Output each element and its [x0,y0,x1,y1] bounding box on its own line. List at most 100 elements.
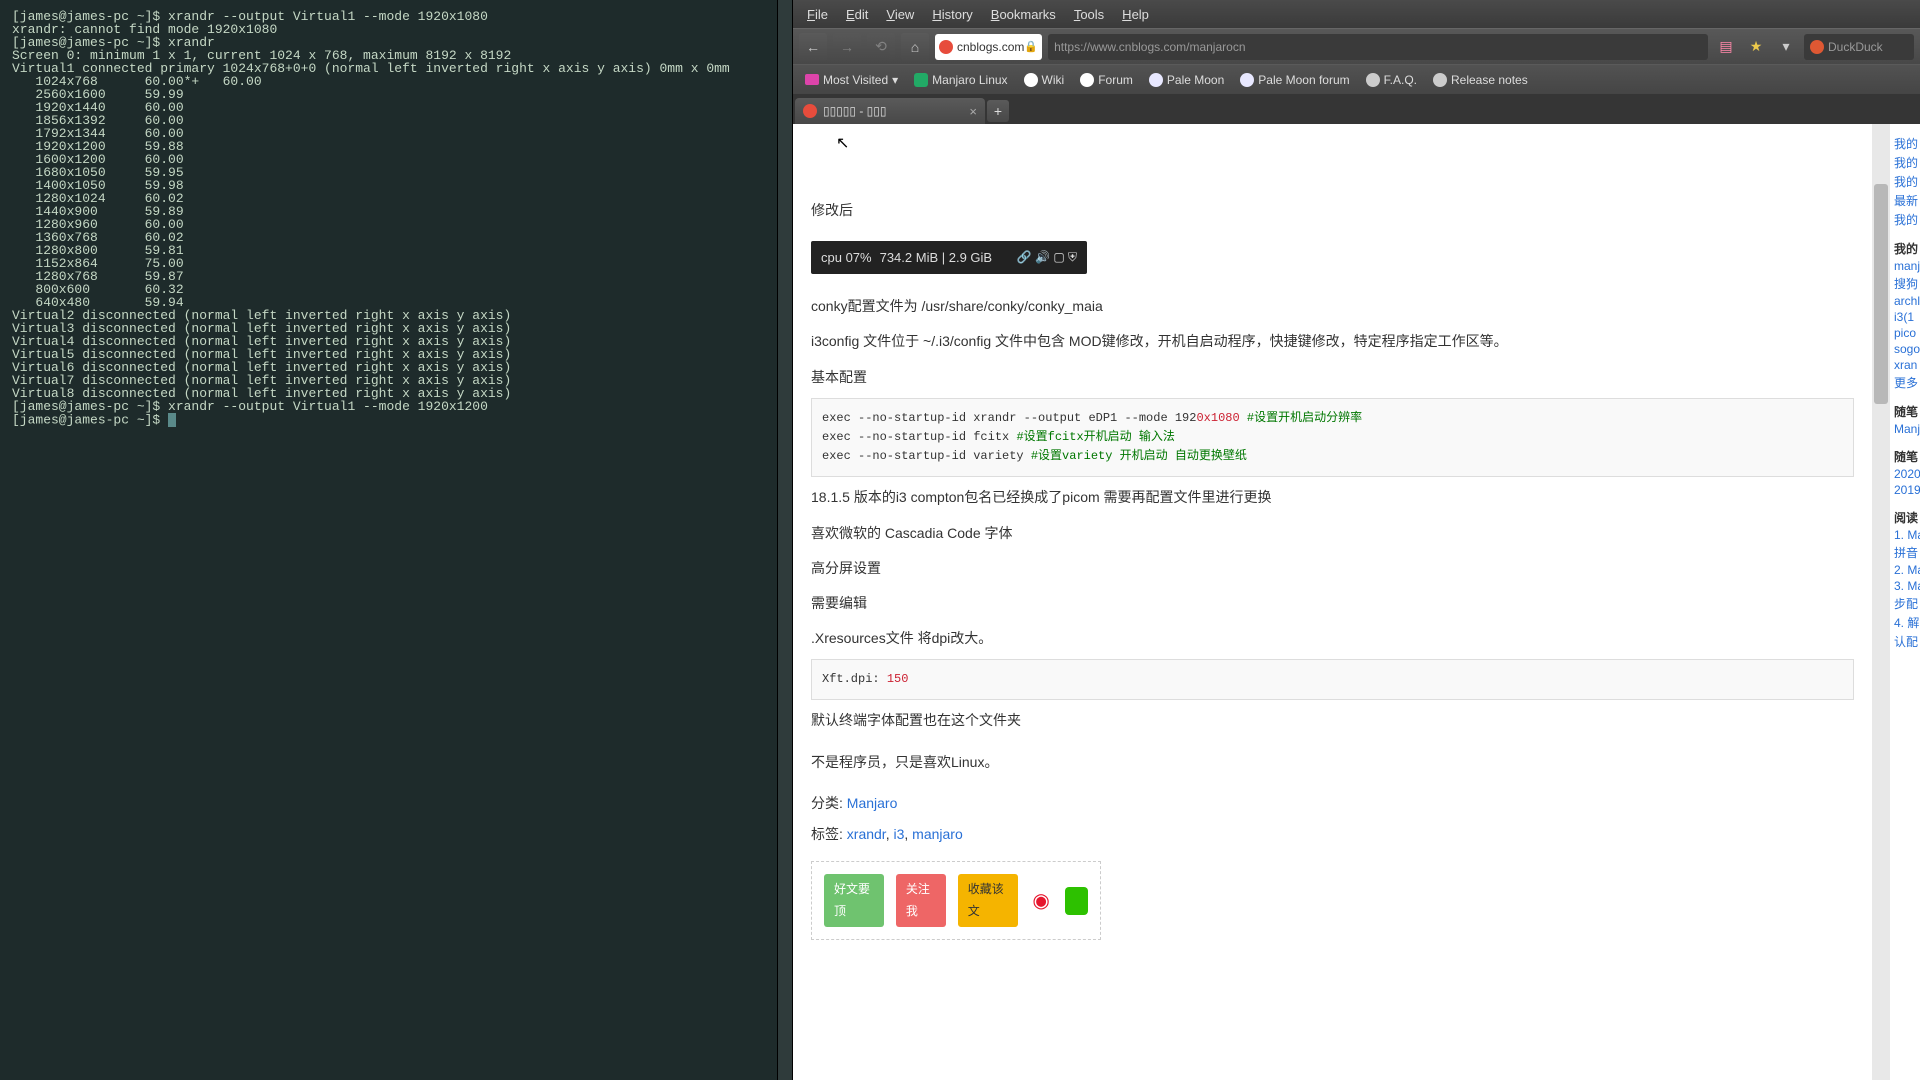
sidebar-link[interactable]: 拼音 [1890,543,1920,562]
bookmark-wiki[interactable]: Wiki [1018,70,1071,90]
sidebar-link[interactable]: 步配 [1890,594,1920,613]
home-button[interactable]: ⌂ [901,33,929,61]
sidebar-link[interactable]: sogo [1890,341,1920,357]
sidebar-link[interactable]: Manj [1890,421,1920,437]
bookmark-pale-moon[interactable]: Pale Moon [1143,70,1230,90]
sidebar-link[interactable]: 我的 [1890,210,1920,229]
menu-view[interactable]: View [878,3,922,26]
bookmark-release-notes[interactable]: Release notes [1427,70,1534,90]
sidebar-link[interactable]: 更多 [1890,373,1920,392]
menu-history[interactable]: History [924,3,980,26]
sidebar-link[interactable]: 3. Ma [1890,578,1920,594]
bookmarks-toolbar: Most Visited ▾Manjaro LinuxWikiForumPale… [793,64,1920,94]
close-tab-icon[interactable]: × [969,104,977,119]
sidebar-link[interactable]: 我的 [1890,134,1920,153]
article-content: ↖ 修改后 cpu 07% 734.2 MiB | 2.9 GiB 🔗 🔊 ▢ … [793,124,1872,1080]
menu-bookmarks[interactable]: Bookmarks [983,3,1064,26]
bookmark-star-icon[interactable]: ★ [1744,35,1768,59]
code-block-dpi: Xft.dpi: 150 [811,659,1854,700]
terminal-window[interactable]: [james@james-pc ~]$ xrandr --output Virt… [0,0,777,1080]
weibo-icon[interactable]: ◉ [1030,887,1053,915]
menu-bar: FileEditViewHistoryBookmarksToolsHelp [793,0,1920,28]
tag-link[interactable]: xrandr [847,826,886,842]
tag-link[interactable]: manjaro [912,826,963,842]
site-identity[interactable]: cnblogs.com 🔒 [935,34,1042,60]
bookmark-manjaro-linux[interactable]: Manjaro Linux [908,70,1013,90]
favorite-button[interactable]: 收藏该文 [958,874,1018,927]
status-icons: 🔗 🔊 ▢ ⛨ [1017,247,1077,269]
browser-tab[interactable]: ▯▯▯▯▯ - ▯▯▯ × [795,98,985,124]
site-favicon [939,40,953,54]
follow-button[interactable]: 关注我 [896,874,946,927]
upvote-button[interactable]: 好文要顶 [824,874,884,927]
sidebar-link[interactable]: 2019 [1890,482,1920,498]
picom-note: 18.1.5 版本的i3 compton包名已经换成了picom 需要再配置文件… [811,485,1854,510]
duckduckgo-icon [1810,40,1824,54]
new-tab-button[interactable]: + [987,100,1009,122]
category-link[interactable]: Manjaro [847,795,898,811]
url-text: https://www.cnblogs.com/manjarocn [1054,40,1245,54]
search-box[interactable]: DuckDuck [1804,34,1914,60]
sidebar-link[interactable]: 4. 解 [1890,613,1920,632]
site-domain: cnblogs.com [957,40,1024,54]
tab-bar: ▯▯▯▯▯ - ▯▯▯ × + [793,94,1920,124]
tag-link[interactable]: i3 [893,826,904,842]
search-placeholder: DuckDuck [1828,40,1883,54]
dropdown-icon[interactable]: ▾ [1774,35,1798,59]
tags-line: 标签: xrandr, i3, manjaro [811,822,1854,847]
browser-window: FileEditViewHistoryBookmarksToolsHelp ← … [793,0,1920,1080]
page-content-area: ↖ 修改后 cpu 07% 734.2 MiB | 2.9 GiB 🔗 🔊 ▢ … [793,124,1920,1080]
reload-button[interactable]: ⟲ [867,33,895,61]
menu-edit[interactable]: Edit [838,3,876,26]
sidebar-link[interactable]: manj [1890,258,1920,274]
sidebar-link[interactable]: 我的 [1890,239,1920,258]
terminal-font-note: 默认终端字体配置也在这个文件夹 [811,708,1854,733]
sidebar-link[interactable]: 阅读 [1890,508,1920,527]
menu-tools[interactable]: Tools [1066,3,1112,26]
cascadia-note: 喜欢微软的 Cascadia Code 字体 [811,521,1854,546]
scroll-thumb[interactable] [1874,184,1888,404]
forward-button[interactable]: → [833,33,861,61]
tab-favicon [803,104,817,118]
sidebar-link[interactable]: 搜狗 [1890,274,1920,293]
nav-toolbar: ← → ⟲ ⌂ cnblogs.com 🔒 https://www.cnblog… [793,28,1920,64]
sidebar-link[interactable]: xran [1890,357,1920,373]
author-note: 不是程序员，只是喜欢Linux。 [811,750,1854,775]
scrollbar[interactable] [1872,124,1890,1080]
wechat-icon[interactable] [1065,887,1088,915]
back-button[interactable]: ← [799,33,827,61]
sidebar-link[interactable]: 我的 [1890,153,1920,172]
hidpi-header: 高分屏设置 [811,556,1854,581]
sidebar-link[interactable]: 随笔 [1890,447,1920,466]
window-separator [777,0,793,1080]
bookmark-forum[interactable]: Forum [1074,70,1139,90]
bookmark-f-a-q-[interactable]: F.A.Q. [1360,70,1423,90]
tab-title: ▯▯▯▯▯ - ▯▯▯ [823,104,887,118]
xresources-note: .Xresources文件 将dpi改大。 [811,626,1854,651]
basic-config-header: 基本配置 [811,365,1854,390]
bookmark-most-visited[interactable]: Most Visited ▾ [799,70,904,90]
menu-help[interactable]: Help [1114,3,1157,26]
bookmark-pale-moon-forum[interactable]: Pale Moon forum [1234,70,1355,90]
menu-file[interactable]: File [799,3,836,26]
sidebar-link[interactable]: 最新 [1890,191,1920,210]
sidebar-link[interactable]: 随笔 [1890,402,1920,421]
need-edit: 需要编辑 [811,591,1854,616]
lock-icon: 🔒 [1024,40,1038,53]
sidebar-link[interactable]: 1. Ma [1890,527,1920,543]
sidebar-link[interactable]: 2. Ma [1890,562,1920,578]
category-line: 分类: Manjaro [811,791,1854,816]
sidebar-link[interactable]: archl [1890,293,1920,309]
sidebar-link[interactable]: pico [1890,325,1920,341]
rss-icon[interactable]: ▤ [1714,35,1738,59]
blog-sidebar: 我的我的我的最新我的我的manj搜狗archli3(1picosogoxran更… [1890,124,1920,1080]
sidebar-link[interactable]: i3(1 [1890,309,1920,325]
sidebar-link[interactable]: 我的 [1890,172,1920,191]
mem-text: 734.2 MiB | 2.9 GiB [880,246,993,269]
sidebar-link[interactable]: 2020 [1890,466,1920,482]
url-bar[interactable]: https://www.cnblogs.com/manjarocn [1048,34,1708,60]
code-block-exec: exec --no-startup-id xrandr --output eDP… [811,398,1854,478]
status-bar-image: cpu 07% 734.2 MiB | 2.9 GiB 🔗 🔊 ▢ ⛨ [811,241,1087,274]
sidebar-link[interactable]: 认配 [1890,632,1920,651]
action-box: 好文要顶 关注我 收藏该文 ◉ [811,861,1101,940]
